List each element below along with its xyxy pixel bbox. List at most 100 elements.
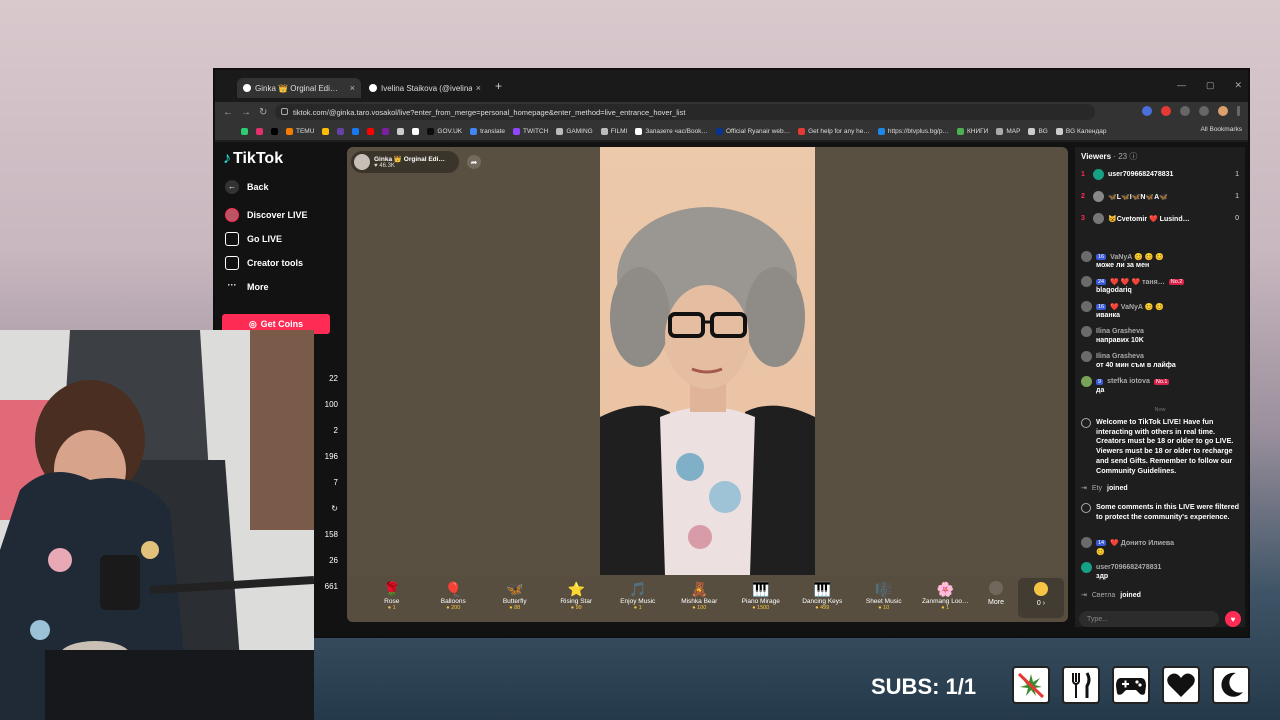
bookmark-item[interactable]: https://btvplus.bg/p… xyxy=(877,127,949,135)
host-info[interactable]: Ginka 👑 Orginal Edi… ♥ 46.3K xyxy=(351,151,459,173)
more-gifts-button[interactable]: More xyxy=(976,575,1016,606)
chat-username[interactable]: ❤️ Донито Илиева xyxy=(1110,539,1174,547)
bookmark-item[interactable]: TEMU xyxy=(286,127,314,135)
sidebar-item-creator-tools[interactable]: Creator tools xyxy=(225,256,303,270)
chat-message[interactable]: user7096682478831 здр xyxy=(1081,562,1241,580)
bookmark-item[interactable] xyxy=(337,127,345,135)
chat-username[interactable]: user7096682478831 xyxy=(1096,564,1161,571)
avatar[interactable] xyxy=(1081,301,1092,312)
all-bookmarks-link[interactable]: All Bookmarks xyxy=(1200,126,1242,133)
chat-username[interactable]: ❤️ VaNyA 😊 😊 xyxy=(1110,303,1164,311)
tab-ginka-live[interactable]: Ginka 👑 Orginal Edi… × xyxy=(237,78,361,98)
back-icon[interactable]: ← xyxy=(223,107,233,118)
chat-username[interactable]: Ilina Grasheva xyxy=(1096,353,1144,360)
close-window-icon[interactable]: ✕ xyxy=(1234,80,1242,91)
gift-item[interactable]: 🎈 Balloons ● 200 xyxy=(423,575,485,611)
bookmark-item[interactable] xyxy=(397,127,405,135)
sidebar-item-discover-live[interactable]: Discover LIVE xyxy=(225,208,308,222)
gift-item[interactable]: 🦋 Butterfly ● 88 xyxy=(484,575,546,611)
extension-icon[interactable] xyxy=(1142,106,1152,116)
bookmark-item[interactable] xyxy=(271,127,278,135)
bookmark-item[interactable] xyxy=(241,127,248,135)
chat-message[interactable]: 24 ❤️ ❤️ ❤️ таня… No.2 blagodariq xyxy=(1081,276,1241,294)
bookmark-item[interactable]: translate xyxy=(470,127,505,135)
bookmark-item[interactable] xyxy=(352,127,360,135)
bookmark-item[interactable]: FILMI xyxy=(600,127,627,135)
chat-input[interactable]: Type... xyxy=(1079,611,1219,627)
gift-item[interactable]: 🎹 Piano Mirage ● 1500 xyxy=(730,575,792,611)
chat-message[interactable]: 9 stefka iotova No.1 да xyxy=(1081,376,1241,394)
gift-item[interactable]: 🧸 Mishka Bear ● 100 xyxy=(669,575,731,611)
bookmark-item[interactable]: КНИГИ xyxy=(956,127,988,135)
bookmark-item[interactable]: BG Календар xyxy=(1055,127,1106,135)
coin-balance[interactable]: 0 › xyxy=(1018,578,1064,618)
gift-item[interactable]: ⭐ Rising Star ● 99 xyxy=(546,575,608,611)
reading-list-icon[interactable] xyxy=(1199,106,1209,116)
maximize-icon[interactable]: ▢ xyxy=(1206,80,1215,91)
avatar[interactable] xyxy=(1081,326,1092,337)
chat-message[interactable]: Ilina Grasheva от 40 мин съм в лайфа xyxy=(1081,351,1241,369)
profile-avatar-icon[interactable] xyxy=(1218,106,1228,116)
bookmark-item[interactable] xyxy=(382,127,390,135)
live-video[interactable] xyxy=(600,147,815,575)
bookmark-item[interactable]: MAP xyxy=(996,127,1020,135)
url-field[interactable]: tiktok.com/@ginka.taro.vosakol/live?ente… xyxy=(275,104,1095,120)
new-tab-icon[interactable]: + xyxy=(495,79,502,93)
bookmark-item[interactable]: GAMING xyxy=(556,127,593,135)
extension-icon[interactable] xyxy=(1161,106,1171,116)
sidebar-item-more[interactable]: ··· More xyxy=(225,280,269,294)
top-viewer-row[interactable]: 3 😺Cvetomir ❤️ Lusind… 0 xyxy=(1081,213,1239,224)
chat-username[interactable]: ❤️ ❤️ ❤️ таня… xyxy=(1110,278,1165,286)
top-viewer-row[interactable]: 1 user7096682478831 1 xyxy=(1081,169,1239,180)
avatar[interactable] xyxy=(1081,251,1092,262)
chat-username[interactable]: Ilina Grasheva xyxy=(1096,328,1144,335)
share-icon[interactable]: ➦ xyxy=(467,155,481,169)
browser-menu-icon[interactable] xyxy=(1237,106,1240,116)
avatar[interactable] xyxy=(1081,351,1092,362)
chat-message[interactable]: 16 ❤️ VaNyA 😊 😊 иванка xyxy=(1081,301,1241,319)
chat-message[interactable]: 14 ❤️ Донито Илиева 😊 xyxy=(1081,537,1241,556)
bookmark-item[interactable] xyxy=(412,127,420,135)
chat-username[interactable]: stefka iotova xyxy=(1107,378,1150,385)
gift-item[interactable]: 🌸 Zanmang Loo… ● 1 xyxy=(915,575,977,611)
avatar[interactable] xyxy=(1093,169,1104,180)
bookmark-item[interactable]: Get help for any he… xyxy=(798,127,870,135)
site-info-icon[interactable] xyxy=(281,108,288,115)
bookmark-item[interactable]: Official Ryanair web… xyxy=(715,127,790,135)
bookmark-item[interactable]: BG xyxy=(1028,127,1048,135)
gift-item[interactable]: 🎼 Sheet Music ● 10 xyxy=(853,575,915,611)
avatar[interactable] xyxy=(1081,562,1092,573)
close-tab-icon[interactable]: × xyxy=(476,83,481,93)
minimize-icon[interactable]: — xyxy=(1177,80,1186,91)
host-avatar[interactable] xyxy=(354,154,370,170)
avatar[interactable] xyxy=(1093,191,1104,202)
reload-icon[interactable]: ↻ xyxy=(259,107,267,118)
extensions-puzzle-icon[interactable] xyxy=(1180,106,1190,116)
gift-item[interactable]: 🎹 Dancing Keys ● 499 xyxy=(792,575,854,611)
chat-message[interactable]: 16 VaNyA 😊 😊 😊 може ли за мен xyxy=(1081,251,1241,269)
avatar[interactable] xyxy=(1081,537,1092,548)
tiktok-logo[interactable]: ♪ TikTok xyxy=(223,150,283,168)
info-icon[interactable]: ⓘ xyxy=(1129,152,1137,161)
bookmark-item[interactable] xyxy=(367,127,375,135)
forward-icon[interactable]: → xyxy=(241,107,251,118)
sidebar-item-go-live[interactable]: Go LIVE xyxy=(225,232,282,246)
chat-username[interactable]: VaNyA 😊 😊 😊 xyxy=(1110,253,1164,261)
tab-ivelina[interactable]: Ivelina Staikova (@ivelinastaik… × xyxy=(363,78,487,98)
top-viewer-row[interactable]: 2 🦋L🦋I🦋N🦋A🦋 1 xyxy=(1081,191,1239,202)
sidebar-item-back[interactable]: ← Back xyxy=(225,180,269,194)
chat-username[interactable]: Ety xyxy=(1092,485,1102,492)
avatar[interactable] xyxy=(1081,276,1092,287)
bookmark-item[interactable]: TWITCH xyxy=(513,127,548,135)
refresh-icon[interactable]: ↻ xyxy=(331,504,338,513)
bookmark-item[interactable]: Запазете час/Book… xyxy=(635,127,708,135)
viewer-name[interactable]: user7096682478831 xyxy=(1108,171,1231,178)
chat-message[interactable]: Ilina Grasheva направих 10K xyxy=(1081,326,1241,344)
avatar[interactable] xyxy=(1081,376,1092,387)
chat-username[interactable]: Светла xyxy=(1092,592,1115,599)
viewer-name[interactable]: 🦋L🦋I🦋N🦋A🦋 xyxy=(1108,193,1231,201)
bookmark-item[interactable]: GOV.UK xyxy=(427,127,462,135)
close-tab-icon[interactable]: × xyxy=(350,83,355,93)
gift-item[interactable]: 🎵 Enjoy Music ● 1 xyxy=(607,575,669,611)
avatar[interactable] xyxy=(1093,213,1104,224)
